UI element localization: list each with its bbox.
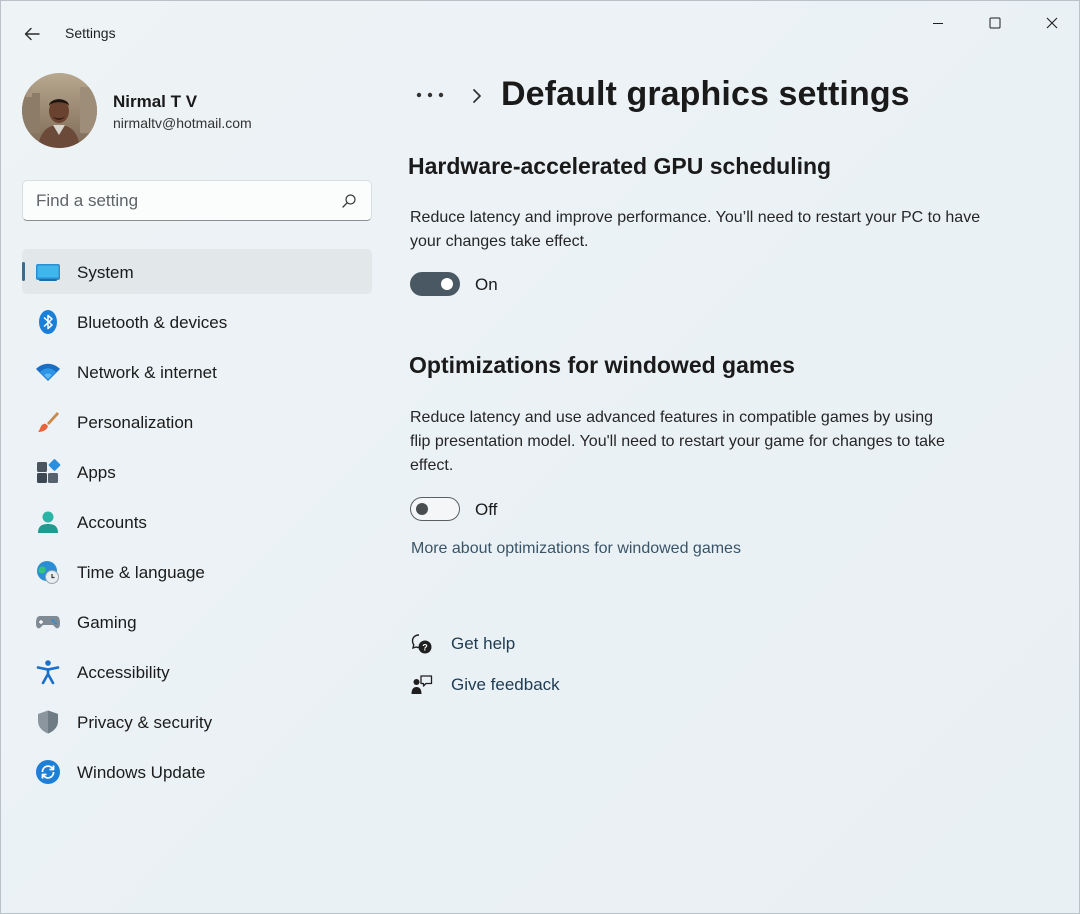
sidebar-item-label: Accessibility xyxy=(77,663,170,682)
chevron-right-icon xyxy=(473,89,481,103)
sidebar-item-label: System xyxy=(77,263,134,282)
sidebar-item-time-language[interactable]: Time & language xyxy=(22,549,372,594)
give-feedback-label: Give feedback xyxy=(451,675,560,694)
get-help-link[interactable]: ? Get help xyxy=(410,631,515,657)
user-photo-icon xyxy=(22,73,97,148)
windowed-games-toggle[interactable] xyxy=(410,497,460,521)
sidebar-item-label: Accounts xyxy=(77,513,147,532)
sidebar-item-apps[interactable]: Apps xyxy=(22,449,372,494)
back-button[interactable] xyxy=(15,19,49,49)
gpu-scheduling-title: Hardware-accelerated GPU scheduling xyxy=(408,153,832,179)
update-icon xyxy=(35,759,61,785)
sidebar-item-label: Personalization xyxy=(77,413,194,432)
ellipsis-icon xyxy=(416,92,444,98)
windowed-games-learn-more-link[interactable]: More about optimizations for windowed ga… xyxy=(411,540,741,558)
minimize-button[interactable] xyxy=(909,1,966,45)
close-icon xyxy=(1046,17,1057,29)
app-title: Settings xyxy=(65,25,116,41)
sidebar-item-label: Bluetooth & devices xyxy=(77,313,228,332)
back-arrow-icon xyxy=(24,27,40,41)
active-indicator xyxy=(22,262,25,281)
sidebar-item-gaming[interactable]: Gaming xyxy=(22,599,372,644)
globe-clock-icon xyxy=(35,559,61,585)
maximize-button[interactable] xyxy=(966,1,1023,45)
search-box[interactable] xyxy=(22,180,372,221)
sidebar-item-bluetooth[interactable]: Bluetooth & devices xyxy=(22,299,372,344)
user-name: Nirmal T V xyxy=(113,92,198,111)
windowed-games-title: Optimizations for windowed games xyxy=(409,352,795,378)
person-icon xyxy=(35,509,61,535)
get-help-label: Get help xyxy=(451,634,516,653)
user-email: nirmaltv@hotmail.com xyxy=(113,115,252,131)
windowed-games-state: Off xyxy=(475,500,498,519)
minimize-icon xyxy=(932,23,943,24)
close-button[interactable] xyxy=(1023,1,1080,45)
toggle-knob xyxy=(416,503,428,515)
apps-icon xyxy=(35,459,61,485)
avatar[interactable] xyxy=(22,73,97,148)
toggle-knob xyxy=(441,278,453,290)
svg-text:?: ? xyxy=(422,643,428,653)
sidebar-item-label: Privacy & security xyxy=(77,713,213,732)
settings-window: Settings Nirmal T V nirmaltv@hotmail.com… xyxy=(0,0,1080,914)
feedback-icon xyxy=(410,673,434,697)
gpu-scheduling-toggle[interactable] xyxy=(410,272,460,296)
sidebar-item-label: Gaming xyxy=(77,613,137,632)
gpu-scheduling-description: Reduce latency and improve performance. … xyxy=(410,209,981,250)
windowed-games-description: Reduce latency and use advanced features… xyxy=(410,409,945,474)
bluetooth-icon xyxy=(35,309,61,335)
breadcrumb-more-button[interactable] xyxy=(411,81,449,109)
sidebar-item-network[interactable]: Network & internet xyxy=(22,349,372,394)
shield-icon xyxy=(35,709,61,735)
sidebar-item-label: Network & internet xyxy=(77,363,217,382)
sidebar-item-label: Time & language xyxy=(77,563,205,582)
gpu-scheduling-state: On xyxy=(475,275,498,294)
maximize-icon xyxy=(989,17,1000,29)
sidebar-item-personalization[interactable]: Personalization xyxy=(22,399,372,444)
accessibility-icon xyxy=(35,659,61,685)
system-icon xyxy=(35,259,61,285)
page-title: Default graphics settings xyxy=(501,75,910,113)
sidebar-item-accounts[interactable]: Accounts xyxy=(22,499,372,544)
search-input[interactable] xyxy=(36,190,326,212)
sidebar-item-label: Apps xyxy=(77,463,116,482)
sidebar-item-windows-update[interactable]: Windows Update xyxy=(22,749,372,794)
sidebar-item-system[interactable]: System xyxy=(22,249,372,294)
title-bar: Settings xyxy=(1,1,1080,65)
sidebar-item-accessibility[interactable]: Accessibility xyxy=(22,649,372,694)
paintbrush-icon xyxy=(35,409,61,435)
search-icon[interactable] xyxy=(341,193,357,209)
give-feedback-link[interactable]: Give feedback xyxy=(410,672,560,698)
sidebar-item-label: Windows Update xyxy=(77,763,206,782)
help-chat-icon: ? xyxy=(410,632,434,656)
gamepad-icon xyxy=(35,609,61,635)
wifi-icon xyxy=(35,359,61,385)
sidebar-item-privacy-security[interactable]: Privacy & security xyxy=(22,699,372,744)
sidebar-nav: System Bluetooth & devices Network & int… xyxy=(22,249,372,799)
